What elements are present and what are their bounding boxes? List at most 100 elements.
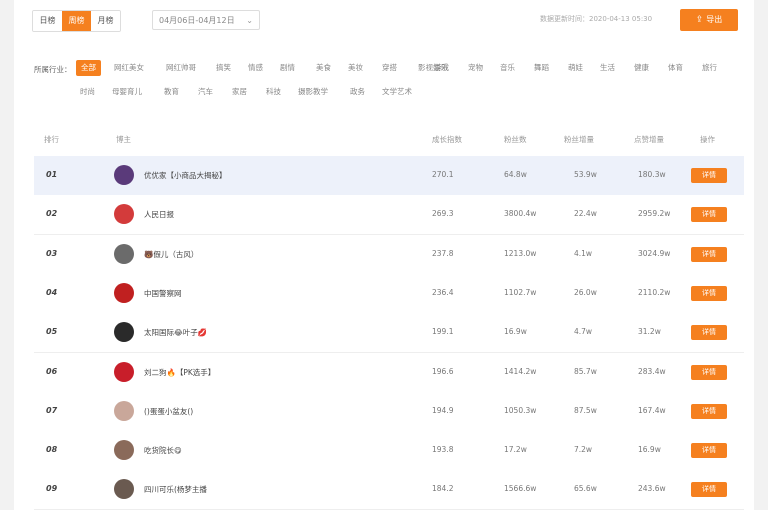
detail-button[interactable]: 详情	[691, 168, 727, 183]
fans-count: 64.8w	[504, 170, 527, 179]
filter-chip[interactable]: 政务	[350, 84, 365, 100]
blogger-name[interactable]: 优优家【小商品大揭秘】	[144, 170, 227, 181]
rank-number: 06	[46, 366, 58, 376]
filter-chip[interactable]: 音乐	[500, 60, 515, 76]
header-fans: 粉丝数	[504, 135, 527, 144]
export-button[interactable]: ⇪ 导出	[680, 9, 738, 31]
filter-chip[interactable]: 情感	[248, 60, 263, 76]
filter-chip[interactable]: 科技	[266, 84, 281, 100]
blogger-name[interactable]: 吃货院长😋	[144, 445, 182, 456]
growth-index: 269.3	[432, 209, 454, 219]
export-label: 导出	[706, 15, 723, 24]
filter-chip[interactable]: 穿搭	[382, 60, 397, 76]
table-header: 排行 博主 成长指数 粉丝数 粉丝增量 点赞增量 操作	[34, 124, 744, 157]
filter-chip[interactable]: 网红美女	[114, 60, 144, 76]
detail-button[interactable]: 详情	[691, 364, 727, 380]
filter-chip[interactable]: 美食	[316, 60, 331, 76]
date-range-select[interactable]: 04月06日-04月12日 ⌄	[152, 10, 260, 30]
filter-chip[interactable]: 摄影教学	[298, 84, 328, 100]
header-blogger: 博主	[116, 135, 131, 144]
date-range-value: 04月06日-04月12日	[159, 16, 235, 25]
avatar[interactable]	[114, 479, 134, 500]
chevron-down-icon: ⌄	[246, 16, 253, 25]
header-like-increase: 点赞增量	[634, 135, 664, 144]
table-row: 05 太阳国际😂叶子💋 199.1 16.9w 4.7w 31.2w 详情	[34, 313, 744, 354]
growth-index: 270.1	[432, 170, 454, 179]
filter-chip[interactable]: 母婴育儿	[112, 84, 142, 100]
rank-number: 02	[46, 209, 58, 219]
fans-increase: 22.4w	[574, 209, 597, 219]
detail-button[interactable]: 详情	[691, 246, 727, 262]
fans-increase: 65.6w	[574, 484, 597, 494]
blogger-name[interactable]: 🐻假儿（古风）	[144, 249, 198, 260]
filter-chip[interactable]: 美妆	[348, 60, 363, 76]
fans-increase: 85.7w	[574, 366, 597, 376]
tab-daily[interactable]: 日榜	[33, 11, 62, 31]
filter-chip[interactable]: 时尚	[80, 84, 95, 100]
detail-button[interactable]: 详情	[691, 325, 727, 341]
filter-chip[interactable]: 汽车	[198, 84, 213, 100]
avatar[interactable]	[114, 322, 134, 343]
avatar[interactable]	[114, 440, 134, 461]
growth-index: 193.8	[432, 445, 454, 455]
filter-chip[interactable]: 体育	[668, 60, 683, 76]
avatar[interactable]	[114, 165, 134, 185]
filter-chip[interactable]: 网红帅哥	[166, 60, 196, 76]
header-growth: 成长指数	[432, 135, 462, 144]
filter-chip[interactable]: 宠物	[468, 60, 483, 76]
detail-button[interactable]: 详情	[691, 482, 727, 498]
growth-index: 199.1	[432, 327, 454, 337]
avatar[interactable]	[114, 204, 134, 225]
tab-monthly[interactable]: 月榜	[91, 11, 120, 31]
likes-increase: 2959.2w	[638, 209, 671, 219]
table-row: 02 人民日报 269.3 3800.4w 22.4w 2959.2w 详情	[34, 195, 744, 236]
blogger-name[interactable]: 四川可乐(杨梦主播	[144, 484, 207, 495]
filter-chip[interactable]: 搞笑	[216, 60, 231, 76]
rank-number: 09	[46, 484, 58, 494]
upload-icon: ⇪	[695, 15, 704, 25]
likes-increase: 3024.9w	[638, 248, 671, 258]
avatar[interactable]	[114, 282, 134, 303]
blogger-name[interactable]: ()蛋蛋小盆友()	[144, 406, 193, 417]
fans-count: 1414.2w	[504, 366, 537, 376]
industry-filter-label: 所属行业：	[34, 65, 72, 74]
avatar[interactable]	[114, 243, 134, 264]
detail-button[interactable]: 详情	[691, 403, 727, 419]
update-time: 数据更新时间：2020-04-13 05:30	[540, 15, 653, 23]
filter-chip[interactable]: 生活	[600, 60, 615, 76]
filter-chip[interactable]: 全部	[76, 60, 101, 76]
likes-increase: 283.4w	[638, 366, 666, 376]
filter-chip[interactable]: 舞蹈	[534, 60, 549, 76]
tab-weekly[interactable]: 周榜	[62, 11, 91, 31]
filter-chip[interactable]: 文学艺术	[382, 84, 412, 100]
detail-button[interactable]: 详情	[691, 443, 727, 459]
fans-count: 3800.4w	[504, 209, 537, 219]
blogger-name[interactable]: 刘二狗🔥【PK选手】	[144, 367, 215, 378]
blogger-name[interactable]: 太阳国际😂叶子💋	[144, 327, 207, 338]
blogger-name[interactable]: 人民日报	[144, 209, 174, 220]
fans-increase: 7.2w	[574, 445, 593, 455]
filter-chip[interactable]: 游戏	[434, 60, 449, 76]
filter-chip[interactable]: 剧情	[280, 60, 295, 76]
fans-count: 16.9w	[504, 327, 527, 337]
detail-button[interactable]: 详情	[691, 285, 727, 301]
table-row: 06 刘二狗🔥【PK选手】 196.6 1414.2w 85.7w 283.4w 详情	[34, 352, 744, 393]
avatar[interactable]	[114, 400, 134, 421]
table-row: 01 优优家【小商品大揭秘】 270.1 64.8w 53.9w 180.3w 详情	[34, 156, 744, 196]
rank-number: 01	[46, 170, 58, 179]
growth-index: 236.4	[432, 287, 454, 297]
filter-chip[interactable]: 旅行	[702, 60, 717, 76]
likes-increase: 180.3w	[638, 170, 666, 179]
filter-chip[interactable]: 萌娃	[568, 60, 583, 76]
filter-chip[interactable]: 教育	[164, 84, 179, 100]
filter-chip[interactable]: 家居	[232, 84, 247, 100]
blogger-name[interactable]: 中国警察网	[144, 288, 182, 299]
fans-increase: 87.5w	[574, 405, 597, 415]
detail-button[interactable]: 详情	[691, 207, 727, 223]
filter-chip[interactable]: 健康	[634, 60, 649, 76]
fans-count: 17.2w	[504, 445, 527, 455]
growth-index: 184.2	[432, 484, 454, 494]
fans-increase: 53.9w	[574, 170, 597, 179]
fans-count: 1213.0w	[504, 248, 537, 258]
avatar[interactable]	[114, 361, 134, 382]
